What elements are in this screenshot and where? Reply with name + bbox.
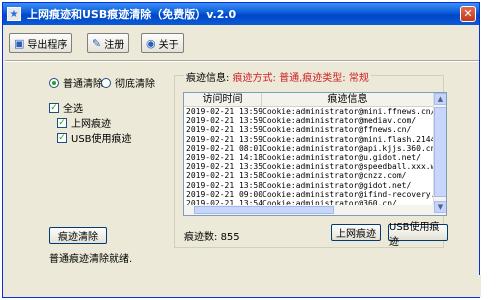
toolbar-divider [5, 60, 479, 62]
web-traces-button[interactable]: 上网痕迹 [331, 224, 381, 241]
trace-list[interactable]: 访问时间 痕迹信息 2019-02-21 13:59:10Cookie:admi… [183, 92, 447, 216]
trace-rows: 2019-02-21 13:59:10Cookie:administrator@… [184, 107, 434, 215]
row-info: Cookie:administrator@mediav.com/ [262, 116, 417, 126]
row-info: Cookie:administrator@u.gidot.net/ [262, 152, 421, 162]
scroll-up-icon[interactable]: ▲ [434, 93, 446, 105]
export-program-label: 导出程序 [27, 39, 68, 51]
usb-traces-label: USB使用痕迹 [71, 134, 132, 145]
row-time: 2019-02-21 13:59:14 [186, 134, 262, 144]
mode-normal-radio[interactable]: 普通清除 [49, 75, 103, 90]
mode-normal-label: 普通清除 [63, 79, 103, 90]
trace-list-header: 访问时间 痕迹信息 [184, 93, 434, 107]
title-bar[interactable]: ★ 上网痕迹和USB痕迹清除（免费版）v.2.0 ✕ [3, 3, 479, 25]
usb-traces-checkbox[interactable]: ✓ USB使用痕迹 [57, 130, 132, 145]
table-row[interactable]: 2019-02-21 13:35:29Cookie:administrator@… [184, 162, 434, 171]
clean-traces-button[interactable]: 痕迹清除 [49, 227, 107, 244]
row-info: Cookie:administrator@ifind-recovery.com/ [262, 189, 434, 199]
horizontal-scrollbar-thumb[interactable] [194, 206, 334, 214]
table-row[interactable]: 2019-02-21 13:58:50Cookie:administrator@… [184, 181, 434, 190]
row-time: 2019-02-21 13:59:14 [186, 125, 262, 135]
table-row[interactable]: 2019-02-21 13:59:10Cookie:administrator@… [184, 107, 434, 116]
vertical-scrollbar[interactable]: ▲ ▼ [433, 93, 446, 215]
table-row[interactable]: 2019-02-21 13:58:50Cookie:administrator@… [184, 171, 434, 180]
usb-traces-button[interactable]: USB使用痕迹 [388, 222, 448, 248]
register-icon: ✎ [92, 36, 102, 50]
row-info: Cookie:administrator@mini.ffnews.cn/ [262, 107, 434, 116]
column-header-time[interactable]: 访问时间 [184, 93, 262, 107]
select-all-checkbox[interactable]: ✓ 全选 [49, 100, 83, 115]
row-info: Cookie:administrator@cnzz.com/ [262, 171, 407, 181]
table-row[interactable]: 2019-02-21 13:59:14Cookie:administrator@… [184, 135, 434, 144]
horizontal-scrollbar[interactable] [184, 205, 434, 215]
about-button[interactable]: ◉ 关于 [141, 33, 184, 53]
web-traces-label: 上网痕迹 [71, 119, 111, 130]
radio-selected-icon [49, 77, 59, 88]
row-time: 2019-02-21 13:59:14 [186, 116, 262, 126]
about-label: 关于 [158, 39, 179, 51]
table-row[interactable]: 2019-02-21 13:59:14Cookie:administrator@… [184, 116, 434, 125]
export-program-button[interactable]: ▣ 导出程序 [9, 33, 73, 53]
trace-info-detail: 痕迹方式: 普通,痕迹类型: 常规 [232, 73, 369, 84]
export-icon: ▣ [14, 36, 25, 50]
scroll-down-icon[interactable]: ▼ [434, 201, 446, 213]
about-icon: ◉ [146, 36, 156, 50]
row-info: Cookie:administrator@mini.flash.2144.com… [262, 134, 434, 144]
mode-thorough-label: 彻底清除 [115, 79, 155, 90]
row-time: 2019-02-21 13:58:50 [186, 171, 262, 181]
table-row[interactable]: 2019-02-21 08:01:42Cookie:administrator@… [184, 144, 434, 153]
row-info: Cookie:administrator@speedball.xxx.wan.3… [262, 162, 434, 172]
row-info: Cookie:administrator@api.kjjs.360.cn/ [262, 143, 434, 153]
row-info: Cookie:administrator@gidot.net/ [262, 180, 412, 190]
table-row[interactable]: 2019-02-21 13:59:14Cookie:administrator@… [184, 125, 434, 134]
checkmark-icon: ✓ [57, 117, 67, 128]
window-title: 上网痕迹和USB痕迹清除（免费版）v.2.0 [27, 8, 237, 21]
bottom-strip [3, 275, 481, 297]
app-icon: ★ [7, 7, 21, 21]
status-message: 普通痕迹清除就绪. [49, 254, 133, 265]
column-header-info[interactable]: 痕迹信息 [262, 93, 434, 107]
app-window: ★ 上网痕迹和USB痕迹清除（免费版）v.2.0 ✕ ▣ 导出程序 ✎ 注册 ◉… [2, 2, 481, 298]
trace-info-prefix: 痕迹信息: [186, 73, 230, 84]
trace-count-label: 痕迹数: [184, 232, 218, 243]
select-all-label: 全选 [63, 104, 83, 115]
checkmark-icon: ✓ [57, 132, 67, 143]
row-time: 2019-02-21 08:01:42 [186, 143, 262, 153]
row-info: Cookie:administrator@ffnews.cn/ [262, 125, 412, 135]
trace-count: 痕迹数: 855 [184, 228, 240, 243]
table-row[interactable]: 2019-02-21 09:00:50Cookie:administrator@… [184, 190, 434, 199]
register-label: 注册 [104, 39, 125, 51]
register-button[interactable]: ✎ 注册 [87, 33, 130, 53]
trace-info-group-label: 痕迹信息: 痕迹方式: 普通,痕迹类型: 常规 [184, 69, 371, 84]
scrollbar-thumb[interactable] [434, 107, 446, 197]
row-time: 2019-02-21 14:18:52 [186, 152, 262, 162]
row-time: 2019-02-21 13:35:29 [186, 162, 262, 172]
checkmark-icon: ✓ [49, 102, 59, 113]
table-row[interactable]: 2019-02-21 14:18:52Cookie:administrator@… [184, 153, 434, 162]
row-time: 2019-02-21 13:59:10 [186, 107, 262, 116]
row-time: 2019-02-21 13:58:50 [186, 180, 262, 190]
close-button[interactable]: ✕ [460, 6, 476, 22]
web-traces-checkbox[interactable]: ✓ 上网痕迹 [57, 115, 111, 130]
radio-unselected-icon [101, 77, 111, 88]
mode-thorough-radio[interactable]: 彻底清除 [101, 75, 155, 90]
trace-count-value: 855 [220, 232, 240, 243]
row-time: 2019-02-21 09:00:50 [186, 189, 262, 199]
